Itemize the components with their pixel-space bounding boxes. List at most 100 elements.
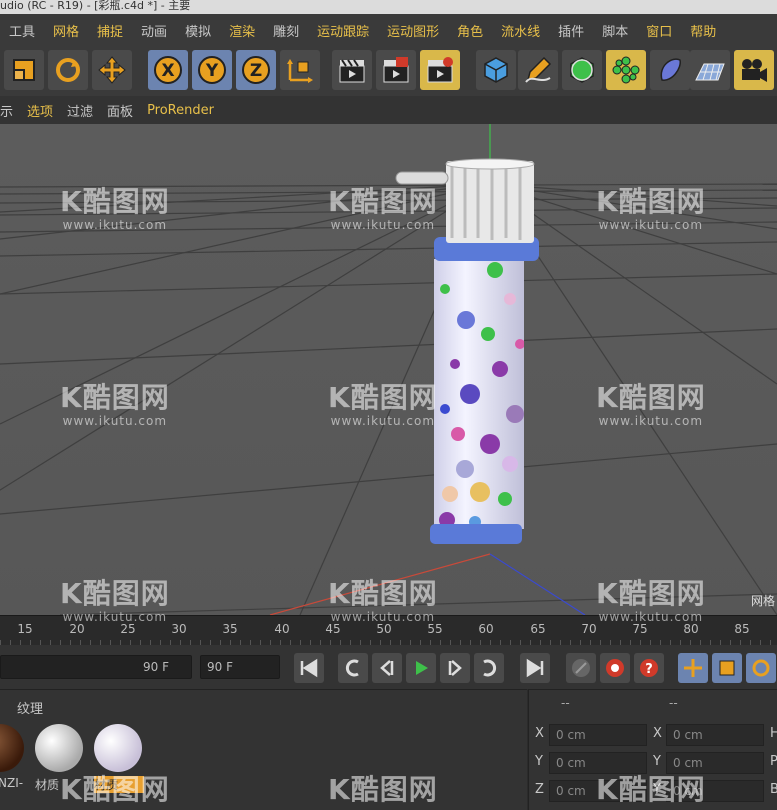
3d-viewport[interactable]: 网格 xyxy=(0,124,777,615)
coord-axis-label: Y xyxy=(653,754,661,769)
viewport-menu-panel[interactable]: 面板 xyxy=(100,101,140,120)
render-picture-viewer-button[interactable] xyxy=(376,50,416,90)
z-axis-button[interactable]: Z xyxy=(236,50,276,90)
size-x-field[interactable]: 0 cm xyxy=(666,724,764,746)
key-disabled-icon xyxy=(572,659,590,677)
deformer-button[interactable] xyxy=(650,50,690,90)
bend-deformer-icon xyxy=(660,58,681,81)
previous-key-icon xyxy=(345,659,359,677)
rotation-key-button[interactable] xyxy=(746,653,776,683)
previous-frame-button[interactable] xyxy=(372,653,402,683)
position-y-field[interactable]: 0 cm xyxy=(549,752,647,774)
position-z-field[interactable]: 0 cm xyxy=(549,780,647,802)
material-swatch-selected[interactable]: 材质 xyxy=(94,724,144,793)
viewport-menu-options[interactable]: 选项 xyxy=(20,101,60,120)
record-icon xyxy=(606,659,624,677)
previous-key-button[interactable] xyxy=(338,653,368,683)
timeline-ruler[interactable]: 15 20 25 30 35 40 45 50 55 60 65 70 75 8… xyxy=(0,615,777,646)
menu-item-sculpt[interactable]: 雕刻 xyxy=(264,21,308,40)
clapper-icon xyxy=(339,59,365,83)
render-settings-button[interactable] xyxy=(420,50,460,90)
z-axis-icon: Z xyxy=(242,56,270,84)
menu-bar: 工具 网格 捕捉 动画 模拟 渲染 雕刻 运动跟踪 运动图形 角色 流水线 插件… xyxy=(0,14,777,46)
coord-axis-label: Y xyxy=(653,782,661,797)
cube-button[interactable] xyxy=(476,50,516,90)
rotate-icon xyxy=(56,58,80,82)
autokey-button[interactable] xyxy=(600,653,630,683)
main-toolbar: X Y Z xyxy=(0,46,777,96)
menu-item-simulate[interactable]: 模拟 xyxy=(176,21,220,40)
camera-icon xyxy=(742,59,767,82)
menu-item-render[interactable]: 渲染 xyxy=(220,21,264,40)
material-preview-ball xyxy=(0,724,24,772)
menu-item-tools[interactable]: 工具 xyxy=(0,21,44,40)
menu-item-character[interactable]: 角色 xyxy=(448,21,492,40)
y-axis-button[interactable]: Y xyxy=(192,50,232,90)
svg-text:X: X xyxy=(161,61,174,81)
move-tool-button[interactable] xyxy=(92,50,132,90)
timeline-tick: 45 xyxy=(325,622,341,636)
menu-item-window[interactable]: 窗口 xyxy=(637,21,681,40)
material-label: 材质 xyxy=(94,776,144,793)
viewport-menu-prorender[interactable]: ProRender xyxy=(140,103,221,118)
next-key-icon xyxy=(483,659,497,677)
world-coord-button[interactable] xyxy=(280,50,320,90)
viewport-menu-display[interactable]: 示 xyxy=(0,101,20,120)
pen-button[interactable] xyxy=(518,50,558,90)
timeline-tick: 60 xyxy=(478,622,494,636)
clapper-red-icon xyxy=(383,57,409,83)
window-title: udio (RC - R19) - [彩瓶.c4d *] - 主要 xyxy=(0,0,777,14)
x-axis-button[interactable]: X xyxy=(148,50,188,90)
clapper-gear-icon xyxy=(427,57,453,83)
position-x-field[interactable]: 0 cm xyxy=(549,724,647,746)
bottle-model[interactable] xyxy=(395,158,539,544)
go-to-end-button[interactable] xyxy=(520,653,550,683)
menu-item-pipeline[interactable]: 流水线 xyxy=(492,21,549,40)
keyframe-selection-button[interactable]: ? xyxy=(634,653,664,683)
position-key-button[interactable] xyxy=(678,653,708,683)
timeline-tick: 35 xyxy=(222,622,238,636)
menu-item-help[interactable]: 帮助 xyxy=(681,21,725,40)
camera-button[interactable] xyxy=(734,50,774,90)
play-button[interactable] xyxy=(406,653,436,683)
next-frame-button[interactable] xyxy=(440,653,470,683)
floor-button[interactable] xyxy=(690,50,730,90)
rotate-tool-button[interactable] xyxy=(48,50,88,90)
skip-start-icon xyxy=(300,658,318,678)
material-swatch[interactable]: NZI- xyxy=(0,724,26,790)
step-forward-icon xyxy=(448,660,462,676)
render-view-button[interactable] xyxy=(332,50,372,90)
scale-key-button[interactable] xyxy=(712,653,742,683)
cloner-button[interactable] xyxy=(606,50,646,90)
next-key-button[interactable] xyxy=(474,653,504,683)
svg-text:Y: Y xyxy=(205,61,219,81)
question-key-icon: ? xyxy=(640,659,658,677)
viewport-grid xyxy=(0,124,777,615)
viewport-corner-label: 网格 xyxy=(750,594,775,608)
menu-item-snap[interactable]: 捕捉 xyxy=(88,21,132,40)
menu-item-mograph[interactable]: 运动图形 xyxy=(378,21,448,40)
menu-item-mesh[interactable]: 网格 xyxy=(44,21,88,40)
menu-item-motion-tracking[interactable]: 运动跟踪 xyxy=(308,21,378,40)
play-icon xyxy=(416,661,428,675)
material-manager: 纹理 NZI- 材质 材质 xyxy=(0,689,527,810)
record-keys-button[interactable] xyxy=(566,653,596,683)
material-tab-texture[interactable]: 纹理 xyxy=(17,698,43,717)
size-z-field[interactable]: 0 cm xyxy=(666,780,764,802)
y-axis-icon: Y xyxy=(198,56,226,84)
coord-axis-label: X xyxy=(535,726,544,741)
go-to-start-button[interactable] xyxy=(294,653,324,683)
scale-tool-button[interactable] xyxy=(4,50,44,90)
menu-item-animate[interactable]: 动画 xyxy=(132,21,176,40)
viewport-menu-filter[interactable]: 过滤 xyxy=(60,101,100,120)
preview-end-field[interactable]: 90 F xyxy=(200,655,280,679)
material-label: NZI- xyxy=(0,776,24,790)
subdivision-button[interactable] xyxy=(562,50,602,90)
end-frame-field[interactable]: 90 F xyxy=(0,655,192,679)
size-y-field[interactable]: 0 cm xyxy=(666,752,764,774)
pen-icon xyxy=(525,56,552,83)
material-swatch[interactable]: 材质 xyxy=(35,724,85,792)
cloner-icon xyxy=(612,56,640,84)
menu-item-script[interactable]: 脚本 xyxy=(593,21,637,40)
menu-item-plugins[interactable]: 插件 xyxy=(549,21,593,40)
